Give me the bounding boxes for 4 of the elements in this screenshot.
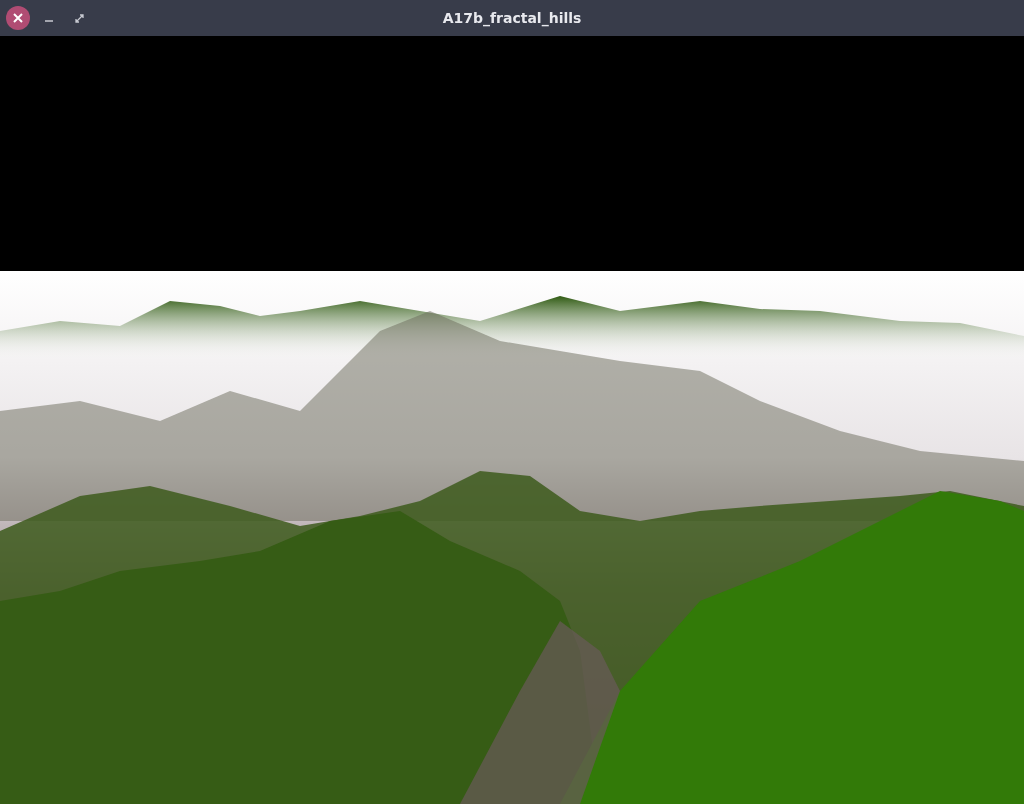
close-button[interactable] (6, 6, 30, 30)
window-title: A17b_fractal_hills (442, 10, 582, 26)
expand-icon (74, 13, 84, 23)
close-icon (13, 13, 23, 23)
